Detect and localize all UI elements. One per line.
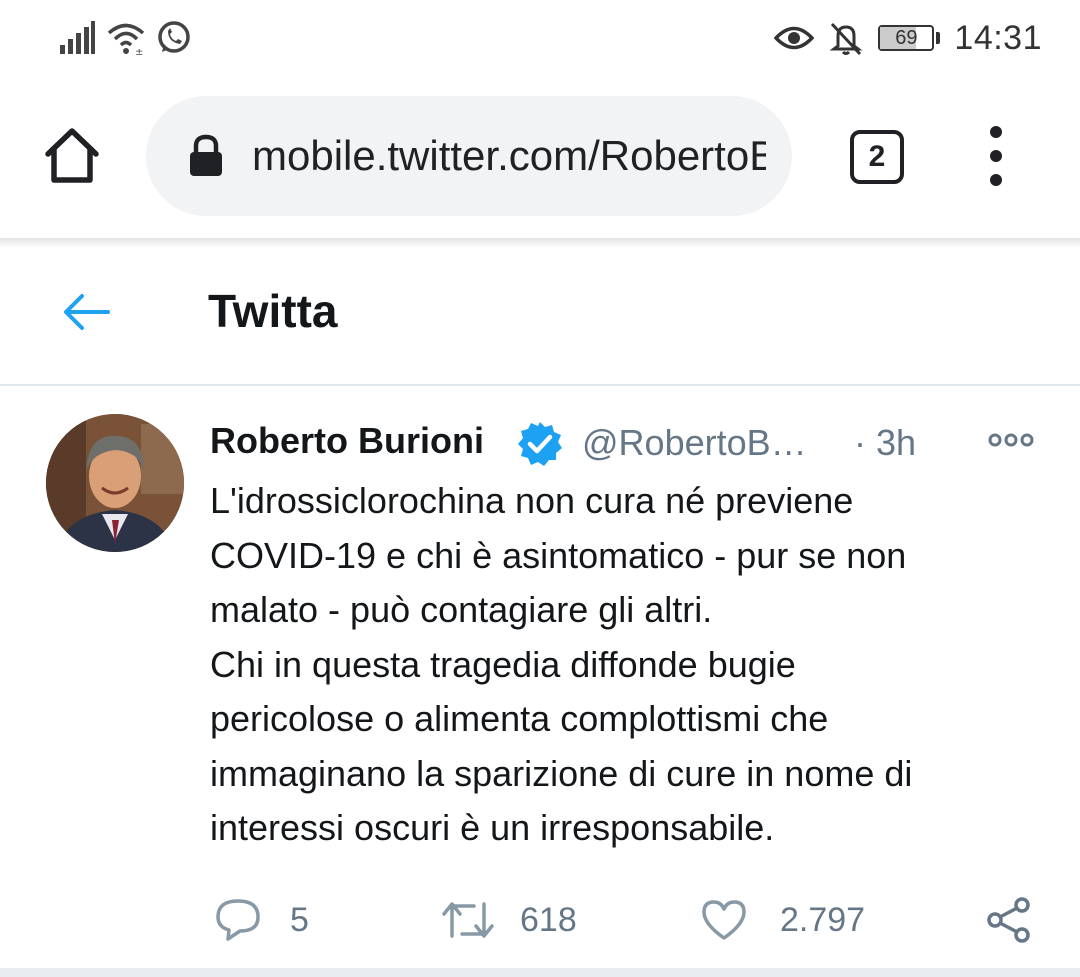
tweet-text-line: L'idrossiclorochina non cura né previene <box>210 480 854 521</box>
tweet-actions: 5 618 2.797 <box>0 892 1080 952</box>
author-handle[interactable]: @RobertoB… <box>582 422 807 464</box>
tweet-text-line: pericolose o alimenta complottismi che <box>210 698 829 739</box>
signal-icon <box>60 21 95 54</box>
share-icon <box>987 897 1030 943</box>
page-title: Twitta <box>208 285 338 337</box>
retweet-count: 618 <box>520 900 577 939</box>
tweet-text-line: malato - può contagiare gli altri. <box>210 589 713 630</box>
svg-text:±: ± <box>135 47 143 55</box>
arrow-left-icon <box>64 294 110 330</box>
tweet-text-line: COVID-19 e chi è asintomatico - pur se n… <box>210 534 907 576</box>
url-text: mobile.twitter.com/RobertoBurioni <box>252 132 766 179</box>
verified-badge-icon <box>518 422 562 466</box>
avatar[interactable] <box>46 414 184 552</box>
tweet-text-line: immaginano la sparizione di cure in nome… <box>210 752 913 794</box>
battery-tip <box>936 32 941 44</box>
home-icon <box>45 128 99 183</box>
tweet-header: Roberto Burioni @RobertoB… · 3h <box>210 418 1050 466</box>
menu-dot <box>990 126 1002 138</box>
menu-dot <box>990 150 1002 162</box>
tweet[interactable]: Roberto Burioni @RobertoB… · 3h L'idross… <box>0 388 1080 968</box>
avatar-image <box>46 414 184 552</box>
back-button[interactable] <box>60 288 114 336</box>
lock-icon <box>190 134 222 176</box>
heart-icon <box>702 900 746 940</box>
status-bar: ± 69 14:31 <box>0 0 1080 78</box>
reply-button[interactable]: 5 <box>214 892 309 948</box>
browser-toolbar: mobile.twitter.com/RobertoBurioni 2 <box>0 78 1080 238</box>
eye-icon <box>774 26 815 50</box>
reply-count: 5 <box>290 900 309 939</box>
share-button[interactable] <box>986 892 1032 948</box>
wifi-icon: ± <box>107 23 145 55</box>
like-button[interactable]: 2.797 <box>700 892 865 948</box>
battery-level: 69 <box>895 26 918 49</box>
author-name[interactable]: Roberto Burioni <box>210 420 484 462</box>
tweet-timestamp[interactable]: · 3h <box>854 422 916 464</box>
toolbar-shadow <box>0 238 1080 248</box>
bell-off-icon <box>829 22 863 56</box>
battery-indicator: 69 <box>878 25 935 51</box>
tweet-text-line: Chi in questa tragedia diffonde bugie <box>210 643 796 685</box>
more-options-icon[interactable] <box>988 430 1034 450</box>
bottom-divider <box>0 968 1080 977</box>
twitter-header: Twitta <box>0 248 1080 386</box>
whatsapp-icon <box>158 21 190 53</box>
home-button[interactable] <box>40 124 104 188</box>
tab-switcher-button[interactable]: 2 <box>850 130 904 184</box>
like-count: 2.797 <box>780 900 866 939</box>
status-bar-left: ± <box>58 18 192 58</box>
clock: 14:31 <box>954 18 1042 57</box>
tweet-text-line: interessi oscuri è un irresponsabile. <box>210 807 775 848</box>
browser-menu-button[interactable] <box>982 126 1010 186</box>
menu-dot <box>990 174 1002 186</box>
tab-count: 2 <box>868 140 886 173</box>
status-bar-right: 69 14:31 <box>774 16 1042 60</box>
reply-icon <box>216 899 260 941</box>
battery-icon: 69 <box>878 25 941 51</box>
tweet-text: L'idrossiclorochina non cura né previene… <box>210 474 1050 856</box>
retweet-icon <box>442 902 494 938</box>
retweet-button[interactable]: 618 <box>440 892 577 948</box>
url-bar[interactable]: mobile.twitter.com/RobertoBurioni <box>146 96 792 216</box>
